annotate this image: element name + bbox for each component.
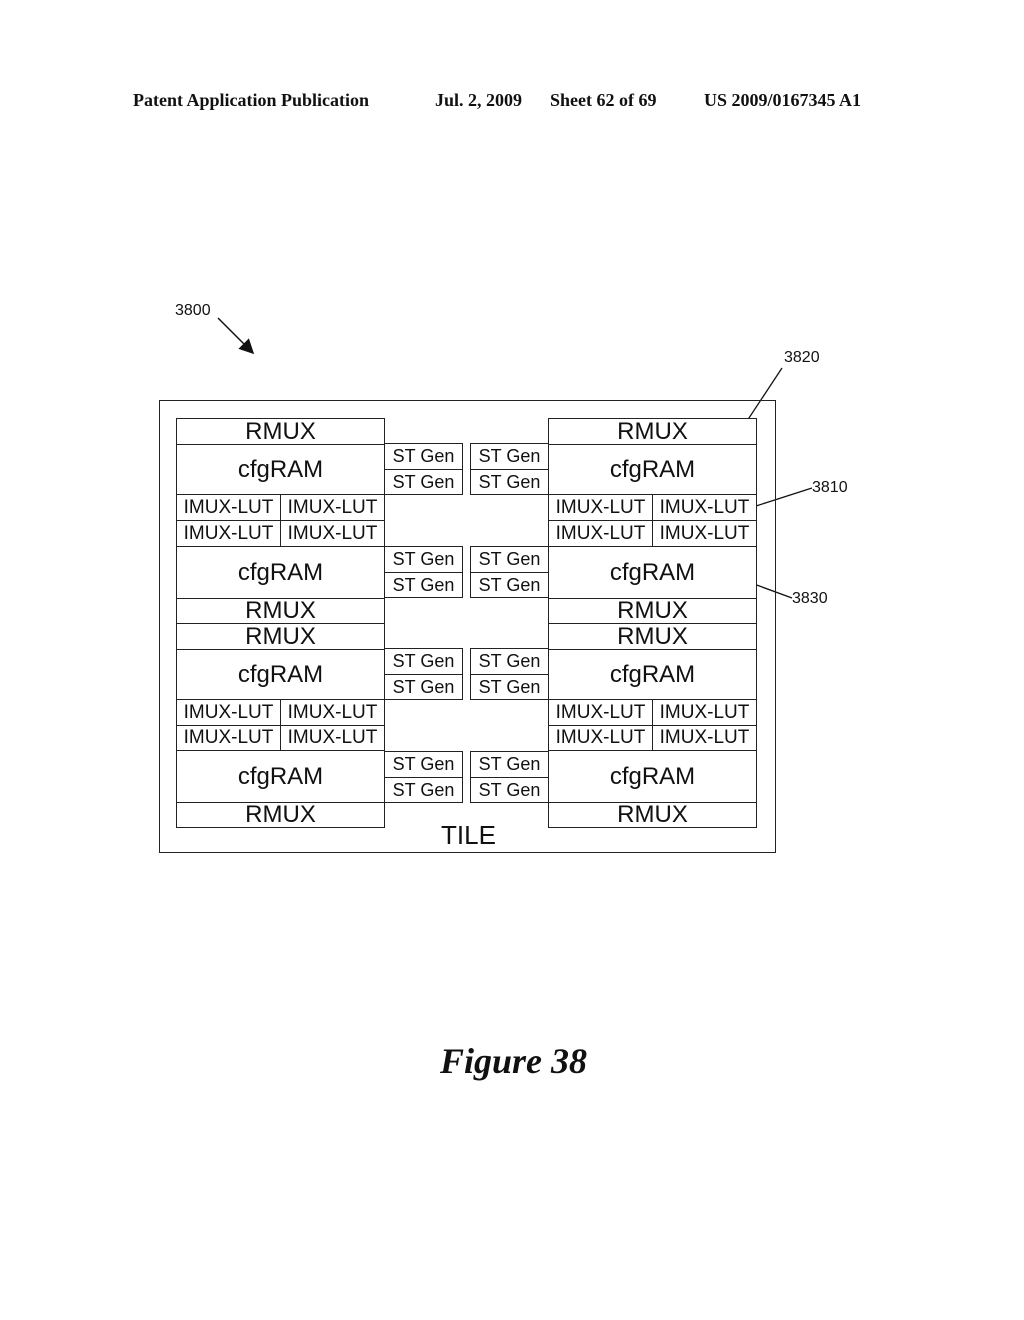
imux-lut-block: IMUX-LUT [176, 494, 281, 521]
st-gen-block: ST Gen [470, 777, 549, 803]
imux-lut-block: IMUX-LUT [652, 520, 757, 547]
imux-lut-block: IMUX-LUT [176, 520, 281, 547]
imux-lut-block: IMUX-LUT [176, 725, 281, 751]
rmux-block: RMUX [176, 801, 385, 828]
st-gen-block: ST Gen [384, 546, 463, 573]
cfgram-block: cfgRAM [548, 546, 757, 599]
cfgram-block: cfgRAM [548, 750, 757, 803]
st-gen-block: ST Gen [470, 674, 549, 700]
st-gen-block: ST Gen [384, 777, 463, 803]
imux-lut-block: IMUX-LUT [652, 494, 757, 521]
figure-caption: Figure 38 [440, 1041, 588, 1081]
st-gen-block: ST Gen [470, 546, 549, 573]
st-gen-block: ST Gen [384, 572, 463, 598]
cfgram-block: cfgRAM [176, 649, 385, 700]
st-gen-block: ST Gen [470, 751, 549, 778]
cfgram-block: cfgRAM [176, 750, 385, 803]
imux-lut-block: IMUX-LUT [176, 699, 281, 726]
imux-lut-block: IMUX-LUT [280, 725, 385, 751]
rmux-block: RMUX [548, 418, 757, 445]
cfgram-block: cfgRAM [548, 444, 757, 495]
imux-lut-block: IMUX-LUT [280, 494, 385, 521]
cfgram-block: cfgRAM [176, 444, 385, 495]
st-gen-block: ST Gen [384, 648, 463, 675]
imux-lut-block: IMUX-LUT [548, 725, 653, 751]
st-gen-block: ST Gen [470, 648, 549, 675]
st-gen-block: ST Gen [470, 443, 549, 470]
rmux-block: RMUX [548, 801, 757, 828]
rmux-block: RMUX [548, 623, 757, 650]
imux-lut-block: IMUX-LUT [280, 699, 385, 726]
imux-lut-block: IMUX-LUT [652, 699, 757, 726]
st-gen-block: ST Gen [384, 751, 463, 778]
rmux-block: RMUX [548, 597, 757, 624]
imux-lut-block: IMUX-LUT [548, 520, 653, 547]
st-gen-block: ST Gen [384, 674, 463, 700]
st-gen-block: ST Gen [470, 469, 549, 495]
tile-label: TILE [441, 820, 496, 850]
st-gen-block: ST Gen [384, 443, 463, 470]
imux-lut-block: IMUX-LUT [280, 520, 385, 547]
st-gen-block: ST Gen [384, 469, 463, 495]
imux-lut-block: IMUX-LUT [548, 494, 653, 521]
rmux-block: RMUX [176, 418, 385, 445]
st-gen-block: ST Gen [470, 572, 549, 598]
cfgram-block: cfgRAM [176, 546, 385, 599]
arrow-3800 [217, 317, 255, 355]
imux-lut-block: IMUX-LUT [548, 699, 653, 726]
cfgram-block: cfgRAM [548, 649, 757, 700]
rmux-block: RMUX [176, 597, 385, 624]
imux-lut-block: IMUX-LUT [652, 725, 757, 751]
rmux-block: RMUX [176, 623, 385, 650]
